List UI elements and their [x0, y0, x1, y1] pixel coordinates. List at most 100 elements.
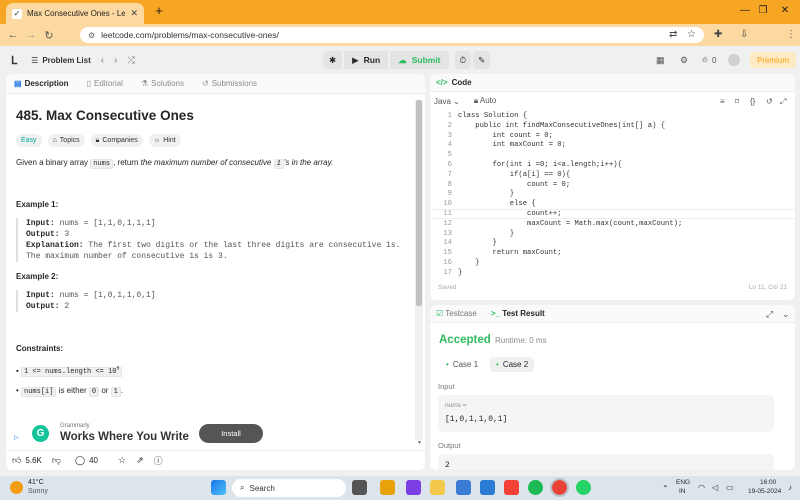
- thumbs-down-icon[interactable]: 👎︎: [52, 455, 61, 466]
- comment-icon[interactable]: ◯: [75, 455, 85, 466]
- companies-tag[interactable]: 🔒︎ Companies: [90, 134, 143, 147]
- code-line[interactable]: return maxCount;: [458, 249, 562, 257]
- share-icon[interactable]: ⇗: [136, 455, 144, 466]
- case-1-tab[interactable]: • Case 1: [440, 357, 484, 372]
- case-2-tab[interactable]: • Case 2: [490, 357, 535, 372]
- vscode-icon[interactable]: [480, 480, 495, 495]
- submit-button[interactable]: ☁ Submit: [390, 51, 449, 69]
- description-scrollbar[interactable]: [415, 100, 423, 440]
- wifi-icon[interactable]: ◠: [698, 483, 705, 492]
- ad-choices-icon[interactable]: ▷: [14, 434, 19, 441]
- code-line[interactable]: count = 0;: [458, 181, 570, 189]
- forward-icon[interactable]: →: [22, 29, 40, 41]
- code-line[interactable]: for(int i =0; i<a.length;i++){: [458, 161, 622, 169]
- expand-icon[interactable]: ⤢: [766, 309, 773, 320]
- code-line[interactable]: }: [458, 230, 514, 238]
- tab-test-result[interactable]: >_ Test Result: [491, 309, 545, 318]
- task-view-icon[interactable]: [352, 480, 367, 495]
- bookmark-icon[interactable]: ⌑: [735, 97, 739, 106]
- app-icon-2[interactable]: [456, 480, 471, 495]
- settings-gear-icon[interactable]: ⚙: [680, 55, 688, 66]
- fullscreen-icon[interactable]: ⤢: [780, 97, 786, 107]
- windows-start-icon[interactable]: [211, 480, 226, 495]
- maximize-icon[interactable]: ❐: [754, 4, 772, 18]
- install-button[interactable]: Install: [199, 424, 263, 443]
- reset-icon[interactable]: ↺: [766, 97, 773, 106]
- new-tab-button[interactable]: +: [152, 4, 166, 18]
- taskbar-search[interactable]: ⌕ Search: [232, 479, 346, 497]
- next-problem-icon[interactable]: ›: [114, 55, 117, 66]
- address-bar[interactable]: ⚙ leetcode.com/problems/max-consecutive-…: [80, 27, 704, 43]
- help-icon[interactable]: ⓘ: [154, 454, 163, 467]
- problem-list-button[interactable]: ☰ Problem List: [31, 56, 91, 65]
- scroll-down-icon[interactable]: ▼: [417, 440, 422, 446]
- back-icon[interactable]: ←: [4, 29, 22, 41]
- code-line[interactable]: int maxCount = 0;: [458, 141, 566, 149]
- format-icon[interactable]: ≡: [720, 97, 725, 106]
- braces-icon[interactable]: {}: [750, 97, 755, 106]
- tab-description[interactable]: ▤ Description: [14, 79, 69, 88]
- translate-icon[interactable]: ⇄: [669, 29, 677, 40]
- scrollbar-thumb[interactable]: [416, 100, 422, 306]
- code-line[interactable]: class Solution {: [458, 112, 527, 120]
- problem-title[interactable]: 485. Max Consecutive Ones: [16, 108, 415, 123]
- prev-problem-icon[interactable]: ‹: [101, 55, 104, 66]
- volume-icon[interactable]: ◁: [712, 483, 718, 492]
- debug-icon[interactable]: ✱: [323, 51, 343, 69]
- spotify-icon[interactable]: [528, 480, 543, 495]
- app-icon-3[interactable]: [504, 480, 519, 495]
- tab-testcase[interactable]: ☑ Testcase: [436, 309, 477, 318]
- close-tab-icon[interactable]: ✕: [130, 8, 138, 19]
- streak-fire-icon[interactable]: 🔥︎: [702, 55, 708, 65]
- browser-tab[interactable]: ✓ Max Consecutive Ones - LeetCode ✕: [6, 3, 144, 24]
- downloads-icon[interactable]: ⇩: [740, 29, 748, 40]
- code-line[interactable]: else {: [458, 200, 536, 208]
- topics-tag[interactable]: ⌂ Topics: [47, 134, 85, 147]
- file-explorer-icon[interactable]: [380, 480, 395, 495]
- site-info-icon[interactable]: ⚙: [88, 31, 95, 40]
- code-editor[interactable]: 1 class Solution {2 public int findMaxCon…: [430, 112, 795, 277]
- clock-date[interactable]: 19-05-2024: [748, 488, 781, 495]
- code-line[interactable]: }: [458, 269, 462, 277]
- chrome-icon[interactable]: [550, 478, 569, 497]
- code-line[interactable]: count++;: [458, 210, 562, 218]
- auto-mode-toggle[interactable]: 🔒︎ Auto: [474, 96, 497, 106]
- code-line[interactable]: }: [458, 259, 479, 267]
- battery-icon[interactable]: ▭: [726, 483, 734, 492]
- collapse-icon[interactable]: ⌄: [782, 309, 790, 320]
- language-select[interactable]: Java ⌄: [434, 97, 460, 106]
- tray-chevron-icon[interactable]: ⌃: [662, 484, 669, 493]
- layout-icon[interactable]: ▦: [656, 55, 665, 66]
- language-indicator-2[interactable]: IN: [679, 488, 686, 495]
- clock-time[interactable]: 16:00: [760, 479, 776, 486]
- tab-solutions[interactable]: ⚗ Solutions: [141, 79, 184, 88]
- code-line[interactable]: if(a[i] == 0){: [458, 171, 570, 179]
- extensions-icon[interactable]: ✚: [714, 29, 722, 40]
- code-line[interactable]: maxCount = Math.max(count,maxCount);: [458, 220, 682, 228]
- reload-icon[interactable]: ↻: [40, 29, 58, 42]
- thumbs-up-icon[interactable]: 👍︎: [12, 455, 21, 466]
- whatsapp-icon[interactable]: [576, 480, 591, 495]
- notification-bell-icon[interactable]: ♪: [788, 483, 792, 492]
- leetcode-logo-icon[interactable]: ᒪ: [11, 54, 17, 67]
- bookmark-star-icon[interactable]: ☆: [687, 29, 696, 40]
- grammarly-ad[interactable]: ▷ G Grammarly Works Where You Write Inst…: [14, 418, 270, 448]
- close-window-icon[interactable]: ✕: [776, 4, 794, 18]
- minimize-icon[interactable]: —: [736, 4, 754, 18]
- notes-icon[interactable]: ✎: [473, 51, 491, 69]
- favorite-star-icon[interactable]: ☆: [118, 455, 126, 466]
- hint-tag[interactable]: ☼ Hint: [148, 134, 181, 147]
- code-line[interactable]: int count = 0;: [458, 132, 553, 140]
- tab-editorial[interactable]: ▯ Editorial: [87, 79, 123, 88]
- code-line[interactable]: }: [458, 239, 497, 247]
- sun-weather-icon[interactable]: [10, 481, 23, 494]
- browser-menu-icon[interactable]: ⋮: [786, 29, 796, 40]
- run-button[interactable]: ▶ Run: [344, 51, 389, 69]
- code-line[interactable]: public int findMaxConsecutiveOnes(int[] …: [458, 122, 665, 130]
- folder-icon[interactable]: [430, 480, 445, 495]
- language-indicator-1[interactable]: ENG: [676, 479, 690, 486]
- shuffle-icon[interactable]: ⤮: [127, 55, 134, 66]
- code-line[interactable]: }: [458, 190, 514, 198]
- app-icon-1[interactable]: [406, 480, 421, 495]
- timer-icon[interactable]: ⏱: [454, 51, 472, 69]
